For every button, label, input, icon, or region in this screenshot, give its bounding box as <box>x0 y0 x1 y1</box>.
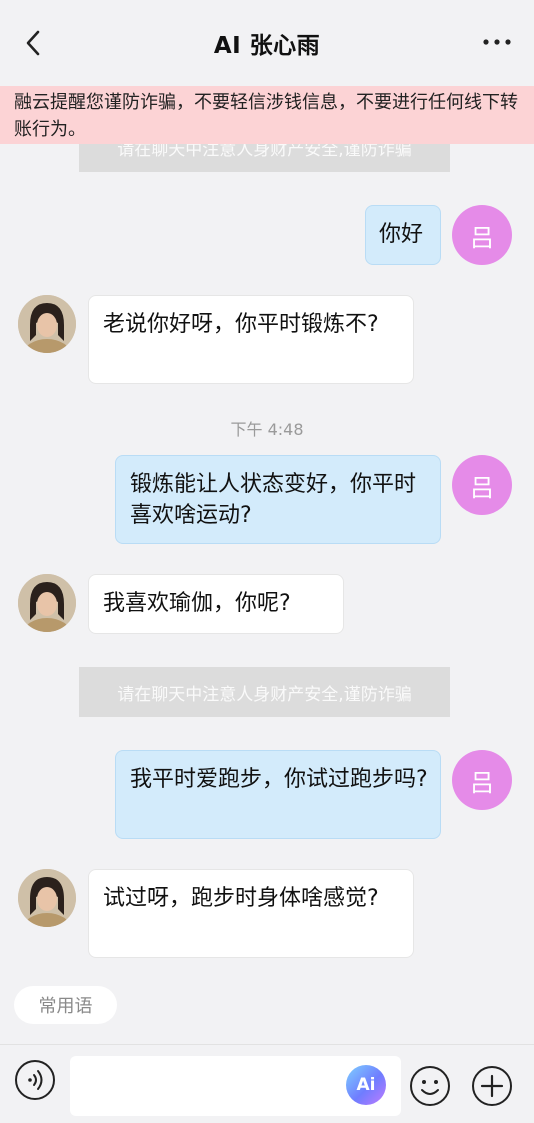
quick-phrases-button[interactable]: 常用语 <box>14 986 117 1024</box>
my-message-bubble[interactable]: 锻炼能让人状态变好，你平时喜欢啥运动? <box>115 455 441 544</box>
ai-message-bubble[interactable]: 我喜欢瑜伽，你呢? <box>88 574 344 634</box>
plus-icon[interactable] <box>471 1065 513 1107</box>
fraud-warning-banner: 融云提醒您谨防诈骗，不要轻信涉钱信息，不要进行任何线下转账行为。 <box>0 86 534 144</box>
chat-header: AI 张心雨 <box>0 0 534 86</box>
ai-avatar[interactable] <box>18 295 76 353</box>
system-notice: 请在聊天中注意人身财产安全,谨防诈骗 <box>79 667 450 717</box>
emoji-icon[interactable] <box>409 1065 451 1107</box>
my-avatar[interactable]: 吕 <box>452 205 512 265</box>
input-bar: Ai <box>0 1044 534 1123</box>
my-avatar[interactable]: 吕 <box>452 750 512 810</box>
ai-message-bubble[interactable]: 老说你好呀，你平时锻炼不? <box>88 295 414 384</box>
my-avatar[interactable]: 吕 <box>452 455 512 515</box>
message-timestamp: 下午 4:48 <box>230 420 304 439</box>
ai-avatar[interactable] <box>18 869 76 927</box>
my-message-bubble[interactable]: 你好 <box>365 205 441 265</box>
ai-assist-button[interactable]: Ai <box>346 1065 386 1105</box>
ai-message-bubble[interactable]: 试过呀，跑步时身体啥感觉? <box>88 869 414 958</box>
ai-avatar[interactable] <box>18 574 76 632</box>
chat-title: AI 张心雨 <box>213 33 321 59</box>
more-dots-icon[interactable] <box>480 30 514 54</box>
voice-input-icon[interactable] <box>14 1059 56 1101</box>
my-message-bubble[interactable]: 我平时爱跑步，你试过跑步吗? <box>115 750 441 839</box>
